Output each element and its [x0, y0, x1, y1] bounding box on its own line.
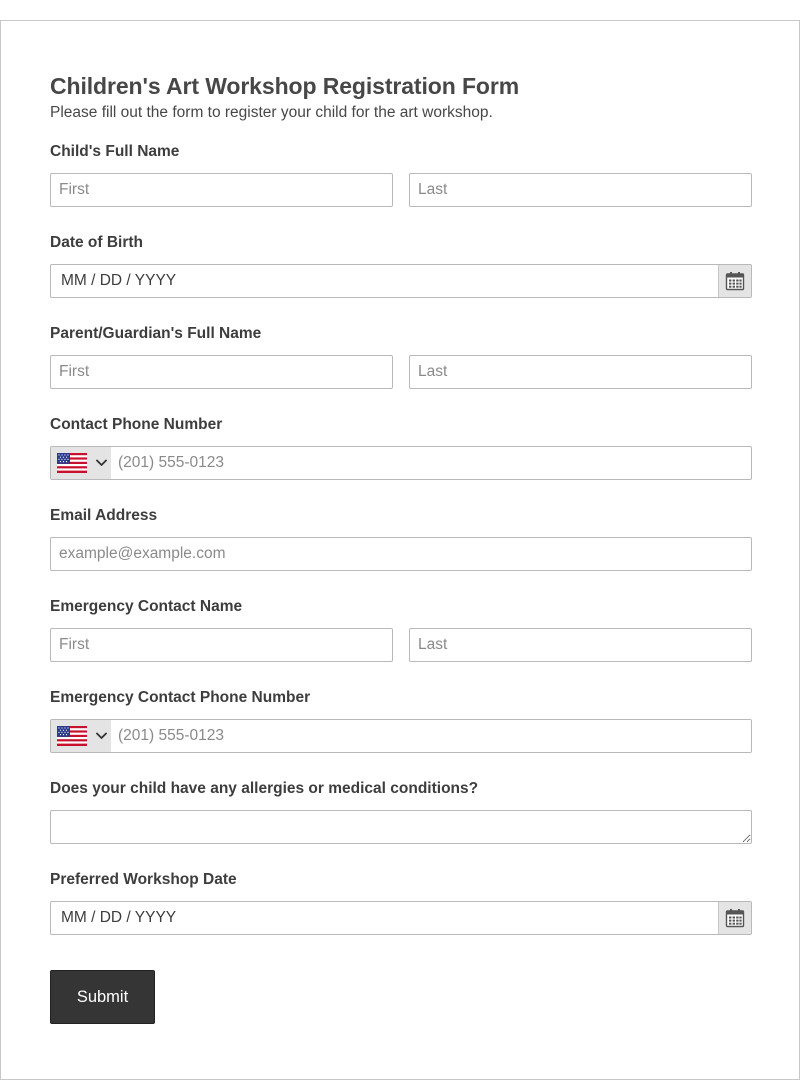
workshop-date-row: [50, 901, 752, 935]
allergies-label: Does your child have any allergies or me…: [50, 780, 479, 797]
emergency-phone-label: Emergency Contact Phone Number: [50, 689, 311, 706]
us-flag-icon: [57, 453, 87, 473]
emergency-phone-country-select[interactable]: [51, 720, 111, 752]
contact-phone-row: [50, 446, 752, 480]
allergies-textarea[interactable]: [50, 810, 752, 844]
dob-row: [50, 264, 752, 298]
calendar-icon: [725, 908, 745, 928]
email-field: Email Address: [50, 506, 752, 571]
child-name-row: [50, 173, 752, 207]
child-last-name-input[interactable]: [409, 173, 752, 207]
submit-button[interactable]: Submit: [50, 970, 155, 1024]
email-row: [50, 537, 752, 571]
workshop-date-field: Preferred Workshop Date: [50, 870, 752, 935]
workshop-date-calendar-button[interactable]: [718, 902, 751, 934]
emergency-phone-row: [50, 719, 752, 753]
contact-phone-field: Contact Phone Number: [50, 415, 752, 480]
emergency-name-field: Emergency Contact Name: [50, 597, 752, 662]
chevron-down-icon: [96, 732, 107, 740]
emergency-phone-wrapper: [50, 719, 752, 753]
registration-form: Children's Art Workshop Registration For…: [0, 20, 800, 1080]
dob-label: Date of Birth: [50, 234, 143, 251]
parent-last-name-input[interactable]: [409, 355, 752, 389]
parent-name-label: Parent/Guardian's Full Name: [50, 325, 262, 342]
emergency-name-label: Emergency Contact Name: [50, 598, 243, 615]
emergency-phone-input[interactable]: [111, 720, 751, 752]
emergency-first-name-input[interactable]: [50, 628, 393, 662]
dob-input[interactable]: [51, 265, 719, 297]
dob-calendar-button[interactable]: [718, 265, 751, 297]
allergies-row: [50, 810, 752, 844]
contact-phone-label: Contact Phone Number: [50, 416, 223, 433]
child-first-name-input[interactable]: [50, 173, 393, 207]
contact-phone-input[interactable]: [111, 447, 751, 479]
parent-name-row: [50, 355, 752, 389]
emergency-name-row: [50, 628, 752, 662]
form-title: Children's Art Workshop Registration For…: [50, 73, 520, 99]
email-input[interactable]: [50, 537, 752, 571]
dob-date-picker: [50, 264, 752, 298]
form-content: Children's Art Workshop Registration For…: [50, 71, 752, 935]
email-label: Email Address: [50, 507, 158, 524]
contact-phone-wrapper: [50, 446, 752, 480]
workshop-date-picker: [50, 901, 752, 935]
parent-first-name-input[interactable]: [50, 355, 393, 389]
us-flag-icon: [57, 726, 87, 746]
form-subtitle: Please fill out the form to register you…: [50, 104, 493, 121]
allergies-field: Does your child have any allergies or me…: [50, 779, 752, 844]
contact-phone-country-select[interactable]: [51, 447, 111, 479]
workshop-date-label: Preferred Workshop Date: [50, 871, 237, 888]
emergency-phone-field: Emergency Contact Phone Number: [50, 688, 752, 753]
child-name-label: Child's Full Name: [50, 143, 180, 160]
calendar-icon: [725, 271, 745, 291]
chevron-down-icon: [96, 459, 107, 467]
emergency-last-name-input[interactable]: [409, 628, 752, 662]
child-name-field: Child's Full Name: [50, 142, 752, 207]
dob-field: Date of Birth: [50, 233, 752, 298]
parent-name-field: Parent/Guardian's Full Name: [50, 324, 752, 389]
workshop-date-input[interactable]: [51, 902, 719, 934]
